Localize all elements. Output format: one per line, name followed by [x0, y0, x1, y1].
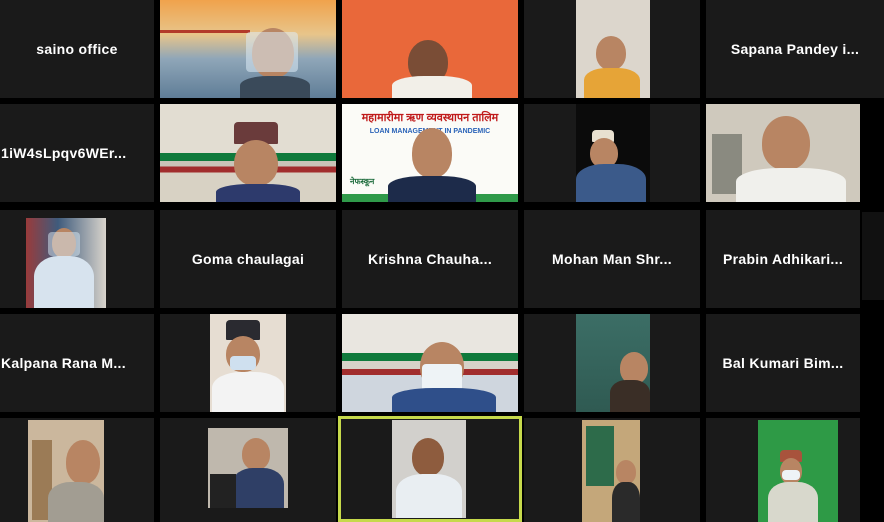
participant-body — [396, 474, 462, 518]
participant-name: saino office — [36, 41, 118, 57]
tile-mohan-man-shrestha[interactable]: Mohan Man Shr... — [524, 210, 700, 308]
training-banner-title: महामारीमा ऋण व्यवस्थापन तालिम — [361, 112, 499, 124]
door-background — [586, 426, 614, 486]
video-tile-participant[interactable] — [706, 104, 860, 202]
video-tile-participant[interactable] — [524, 418, 700, 522]
participant-body — [736, 168, 846, 202]
video-tile-participant[interactable] — [160, 0, 336, 98]
video-tile-participant[interactable] — [0, 210, 154, 308]
participant-face — [412, 128, 452, 178]
video-tile-participant[interactable] — [160, 104, 336, 202]
participant-body — [34, 256, 94, 308]
camera-feed — [576, 0, 650, 98]
participant-body — [232, 468, 284, 508]
tile-1iw4slpqv6wer[interactable]: 1iW4sLpqv6WEr... — [0, 104, 154, 202]
camera-feed — [576, 314, 650, 412]
video-tile-participant[interactable] — [524, 0, 700, 98]
camera-feed — [210, 314, 286, 412]
participant-body — [216, 184, 300, 202]
participant-body — [212, 372, 284, 412]
video-tile-participant[interactable] — [706, 418, 860, 522]
participant-body — [576, 164, 646, 202]
participant-body — [240, 76, 310, 98]
participant-body — [388, 176, 476, 202]
gallery-scrollbar[interactable] — [862, 212, 884, 300]
nefscun-logo: नेफस्कून — [350, 177, 375, 186]
video-tile-participant[interactable] — [342, 0, 518, 98]
camera-feed — [582, 420, 640, 522]
participant-name: Mohan Man Shr... — [552, 251, 672, 267]
video-tile-participant[interactable] — [0, 418, 154, 522]
camera-feed — [392, 420, 466, 518]
video-tile-participant[interactable] — [160, 314, 336, 412]
participant-body — [392, 388, 496, 412]
participant-face — [762, 116, 810, 170]
participant-name: Sapana Pandey i... — [730, 41, 860, 57]
tile-kalpana-rana[interactable]: Kalpana Rana M... — [0, 314, 154, 412]
tile-bal-kumari[interactable]: Bal Kumari Bim... — [706, 314, 860, 412]
participant-body — [612, 482, 640, 522]
participant-face — [596, 36, 626, 70]
face-mask-icon — [782, 470, 800, 480]
participant-face — [66, 440, 100, 484]
participant-body — [392, 76, 472, 98]
participant-name: Bal Kumari Bim... — [722, 355, 844, 371]
video-tile-participant[interactable]: महामारीमा ऋण व्यवस्थापन तालिम LOAN MANAG… — [342, 104, 518, 202]
video-tile-participant[interactable] — [160, 418, 336, 522]
video-tile-participant[interactable] — [524, 104, 700, 202]
participant-body — [584, 68, 640, 98]
participant-body — [610, 380, 650, 412]
participant-name: Krishna Chauha... — [367, 251, 493, 267]
camera-feed — [576, 104, 650, 202]
video-tile-participant[interactable] — [342, 314, 518, 412]
face-shield-icon — [48, 232, 80, 256]
participant-name: Goma chaulagai — [191, 251, 305, 267]
face-mask-icon — [230, 356, 256, 370]
participant-name: 1iW4sLpqv6WEr... — [1, 145, 127, 161]
participant-body — [768, 482, 818, 522]
camera-feed — [28, 420, 104, 522]
video-tile-active-speaker[interactable] — [338, 416, 522, 522]
camera-feed — [208, 428, 288, 508]
participant-face — [234, 140, 278, 186]
laptop-icon — [210, 474, 236, 508]
golden-gate-bridge-background — [160, 30, 250, 73]
participant-body — [48, 482, 104, 522]
camera-feed — [758, 420, 838, 522]
participant-name: Kalpana Rana M... — [1, 355, 126, 371]
camera-feed — [26, 218, 106, 308]
tile-saino-office[interactable]: saino office — [0, 0, 154, 98]
face-shield-icon — [246, 32, 298, 72]
participant-face — [412, 438, 444, 476]
video-tile-participant[interactable] — [524, 314, 700, 412]
tile-goma-chaulagai[interactable]: Goma chaulagai — [160, 210, 336, 308]
tile-krishna-chauhan[interactable]: Krishna Chauha... — [342, 210, 518, 308]
tile-sapana-pandey[interactable]: Sapana Pandey i... — [706, 0, 884, 98]
tile-prabin-adhikari[interactable]: Prabin Adhikari... — [706, 210, 860, 308]
participant-face — [616, 460, 636, 484]
participant-name: Prabin Adhikari... — [722, 251, 844, 267]
participant-face — [242, 438, 270, 470]
